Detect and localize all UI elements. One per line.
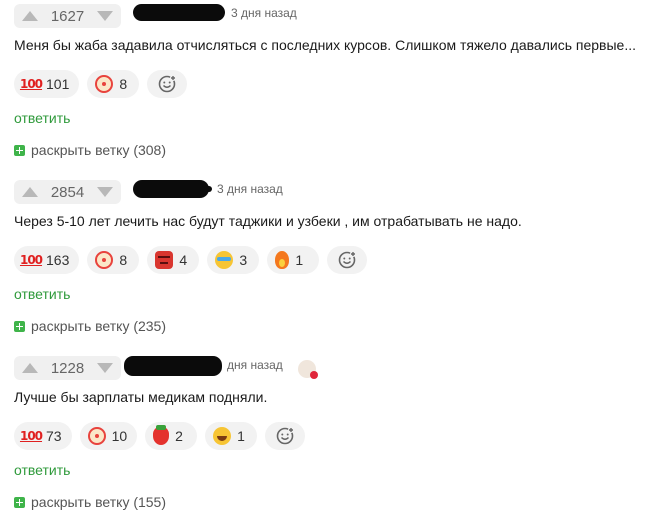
comment-header: 1627 — [14, 4, 121, 28]
reaction-count: 3 — [239, 252, 248, 268]
reaction-clown[interactable]: 10 — [79, 422, 138, 450]
reaction-count: 2 — [175, 428, 183, 444]
expand-thread-label: раскрыть ветку (155) — [31, 494, 167, 510]
upvote-icon[interactable] — [22, 187, 38, 197]
add-reaction-button[interactable] — [327, 246, 368, 274]
comment: 1228 дня назад Лучше бы зарплаты медикам… — [0, 352, 664, 516]
reaction-laughing[interactable]: 1 — [205, 422, 258, 450]
reaction-fire[interactable]: 1 — [267, 246, 320, 274]
expand-thread-label: раскрыть ветку (235) — [31, 318, 167, 334]
add-emoji-icon — [339, 251, 357, 269]
comment-header: 1228 — [14, 356, 121, 380]
reply-link[interactable]: ответить — [14, 110, 70, 126]
heart-icon — [310, 371, 318, 379]
reaction-count: 1 — [237, 428, 245, 444]
reaction-count: 73 — [46, 428, 62, 444]
plus-icon — [14, 144, 25, 156]
reaction-count: 8 — [119, 252, 128, 268]
clown-face-icon — [95, 75, 114, 93]
reaction-hundred[interactable]: 100 163 — [14, 246, 80, 274]
reaction-angry[interactable]: 4 — [147, 246, 200, 274]
reaction-strawberry[interactable]: 2 — [145, 422, 198, 450]
reactions-bar: 100 163 8 4 3 1 — [14, 246, 368, 274]
redacted-author — [124, 356, 222, 376]
add-reaction-button[interactable] — [147, 70, 188, 98]
reply-link[interactable]: ответить — [14, 286, 70, 302]
expand-thread-label: раскрыть ветку (308) — [31, 142, 167, 158]
reaction-count: 8 — [119, 76, 128, 92]
comment-text: Через 5-10 лет лечить нас будут таджики … — [14, 213, 522, 229]
expand-thread-link[interactable]: раскрыть ветку (155) — [14, 494, 166, 510]
user-badge-icon — [298, 360, 318, 379]
timestamp[interactable]: 3 дня назад — [231, 6, 297, 20]
vote-widget: 2854 — [14, 180, 121, 204]
reaction-count: 163 — [46, 252, 70, 268]
reply-link[interactable]: ответить — [14, 462, 70, 478]
upvote-icon[interactable] — [22, 363, 38, 373]
downvote-icon[interactable] — [97, 187, 113, 197]
angry-face-icon — [155, 251, 174, 269]
vote-count: 1228 — [50, 359, 85, 377]
reaction-count: 4 — [179, 252, 188, 268]
strawberry-icon — [153, 425, 170, 445]
clown-face-icon — [95, 251, 114, 269]
comment: 1627 3 дня назад Меня бы жаба задавила о… — [0, 0, 664, 176]
add-emoji-icon — [276, 427, 295, 445]
vote-count: 2854 — [50, 183, 85, 201]
reaction-count: 1 — [295, 252, 304, 268]
expand-thread-link[interactable]: раскрыть ветку (308) — [14, 142, 166, 158]
redacted-author — [133, 4, 225, 21]
upvote-icon[interactable] — [22, 11, 38, 21]
clown-face-icon — [87, 427, 106, 445]
laughing-face-icon — [213, 427, 232, 445]
reactions-bar: 100 73 10 2 1 — [14, 422, 306, 450]
hundred-points-icon: 100 — [19, 77, 43, 91]
reaction-clown[interactable]: 8 — [87, 246, 140, 274]
plus-icon — [14, 496, 25, 508]
plus-icon — [14, 320, 25, 332]
downvote-icon[interactable] — [97, 363, 113, 373]
downvote-icon[interactable] — [97, 11, 113, 21]
vote-count: 1627 — [50, 7, 85, 25]
add-emoji-icon — [159, 75, 177, 93]
redacted-author — [133, 180, 209, 198]
crying-face-icon — [215, 251, 234, 269]
reaction-hundred[interactable]: 100 101 — [14, 70, 80, 98]
comment-text: Лучше бы зарплаты медикам подняли. — [14, 389, 268, 405]
reaction-count: 101 — [46, 76, 70, 92]
vote-widget: 1627 — [14, 4, 121, 28]
comment-header: 2854 — [14, 180, 121, 204]
reaction-count: 10 — [111, 428, 128, 444]
timestamp[interactable]: 3 дня назад — [217, 182, 283, 196]
reactions-bar: 100 101 8 — [14, 70, 188, 98]
add-reaction-button[interactable] — [265, 422, 306, 450]
reaction-hundred[interactable]: 100 73 — [14, 422, 72, 450]
fire-icon — [275, 251, 290, 269]
expand-thread-link[interactable]: раскрыть ветку (235) — [14, 318, 166, 334]
hundred-points-icon: 100 — [19, 253, 43, 267]
vote-widget: 1228 — [14, 356, 121, 380]
comment-text: Меня бы жаба задавила отчисляться с посл… — [14, 37, 636, 53]
redacted-author-tail — [200, 186, 212, 192]
timestamp[interactable]: дня назад — [227, 358, 283, 372]
comment: 2854 3 дня назад Через 5-10 лет лечить н… — [0, 176, 664, 352]
reaction-clown[interactable]: 8 — [87, 70, 140, 98]
reaction-crying[interactable]: 3 — [207, 246, 260, 274]
hundred-points-icon: 100 — [19, 429, 43, 443]
